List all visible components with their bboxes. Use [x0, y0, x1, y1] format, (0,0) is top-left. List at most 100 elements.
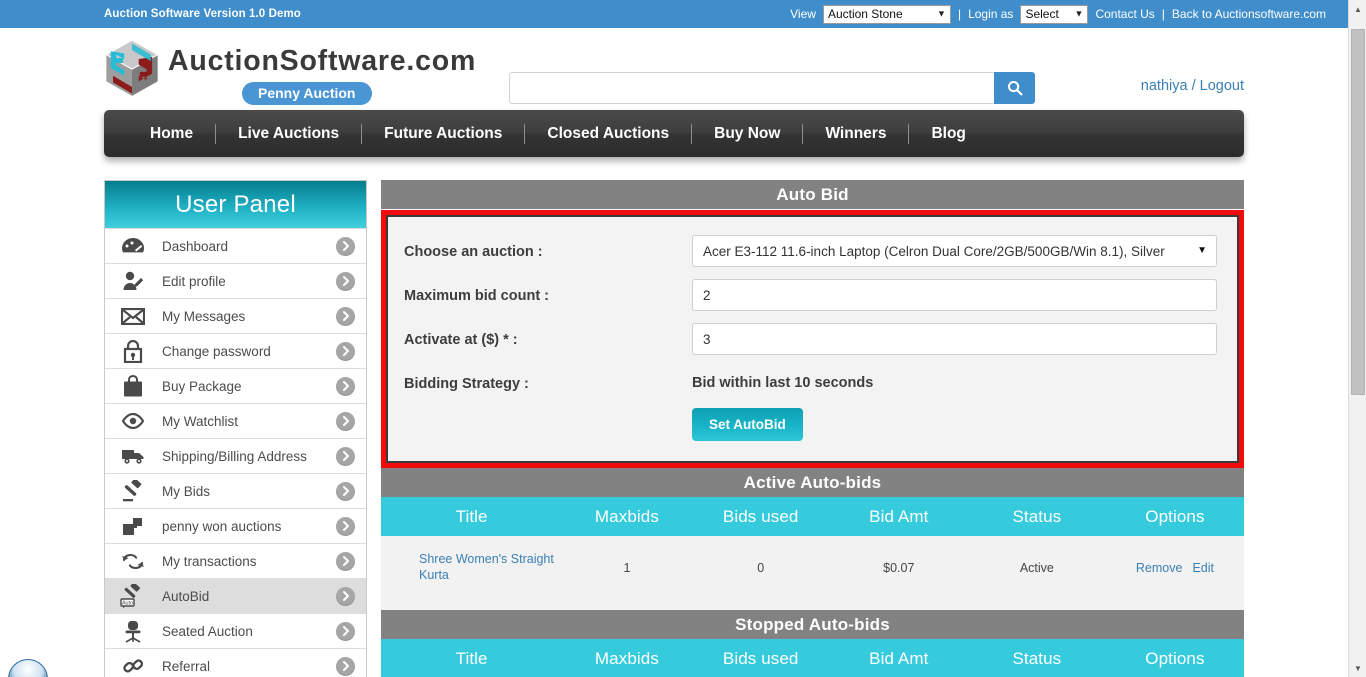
- set-autobid-button[interactable]: Set AutoBid: [692, 408, 803, 441]
- scroll-up-arrow-icon[interactable]: ▲: [1349, 0, 1366, 18]
- chevron-right-icon[interactable]: [336, 551, 355, 571]
- chevron-right-icon[interactable]: [336, 516, 355, 536]
- contact-us-link[interactable]: Contact Us: [1095, 7, 1154, 21]
- main-navigation: Home Live Auctions Future Auctions Close…: [104, 110, 1244, 157]
- sidebar-item-my-messages[interactable]: My Messages: [105, 298, 366, 333]
- sidebar-item-buy-package[interactable]: Buy Package: [105, 368, 366, 403]
- sidebar-item-label: Edit profile: [162, 273, 226, 289]
- chevron-down-icon: ▼: [937, 8, 946, 19]
- chevron-right-icon[interactable]: [336, 621, 355, 641]
- autobid-submit-row: Set AutoBid: [404, 404, 1217, 441]
- cell-bid-amt: $0.07: [829, 536, 968, 600]
- active-table-bottom-spacer: [381, 600, 1244, 610]
- user-account-links[interactable]: nathiya / Logout: [1141, 78, 1244, 94]
- bidding-strategy-label: Bidding Strategy :: [404, 376, 529, 392]
- search-input[interactable]: [509, 72, 994, 104]
- max-bid-count-input[interactable]: 2: [692, 279, 1217, 311]
- top-utility-bar: Auction Software Version 1.0 Demo View A…: [0, 0, 1348, 28]
- autobid-form: Choose an auction : Acer E3-112 11.6-inc…: [386, 215, 1239, 463]
- bidding-strategy-row: Bidding Strategy : Bid within last 10 se…: [404, 367, 1217, 392]
- search-button[interactable]: [994, 72, 1035, 104]
- chevron-right-icon[interactable]: [336, 376, 355, 396]
- chevron-right-icon[interactable]: [336, 306, 355, 326]
- sidebar-item-shipping-billing-address[interactable]: Shipping/Billing Address: [105, 438, 366, 473]
- nav-item-buy-now[interactable]: Buy Now: [692, 126, 802, 142]
- view-select[interactable]: Auction Stone ▼: [822, 4, 951, 24]
- browser-viewport: Auction Software Version 1.0 Demo View A…: [0, 0, 1366, 677]
- col-title: Title: [381, 497, 563, 536]
- site-logo[interactable]: AuctionSoftware.com Penny Auction: [104, 36, 476, 105]
- vertical-scrollbar[interactable]: ▲ ▼: [1348, 0, 1366, 677]
- max-bid-count-label: Maximum bid count :: [404, 288, 549, 304]
- sidebar-item-label: My Messages: [162, 308, 246, 324]
- col-title: Title: [381, 639, 563, 677]
- refresh-icon: [118, 548, 148, 574]
- col-bid-amt: Bid Amt: [829, 497, 968, 536]
- sidebar-item-edit-profile[interactable]: Edit profile: [105, 263, 366, 298]
- logo-wordmark: AuctionSoftware.com: [168, 45, 477, 77]
- sidebar-item-label: Referral: [162, 658, 211, 674]
- envelope-icon: [118, 303, 148, 329]
- sidebar-item-referral[interactable]: Referral: [105, 648, 366, 677]
- sidebar-item-seated-auction[interactable]: Seated Auction: [105, 613, 366, 648]
- view-select-value: Auction Stone: [827, 7, 903, 21]
- login-as-select[interactable]: Select ▼: [1020, 4, 1089, 24]
- nav-item-closed-auctions[interactable]: Closed Auctions: [525, 126, 691, 142]
- chevron-right-icon[interactable]: [336, 586, 355, 606]
- user-panel-title: User Panel: [105, 181, 366, 228]
- user-panel-sidebar: User Panel Dashboard Edit profile My Mes…: [104, 180, 367, 677]
- sidebar-item-change-password[interactable]: Change password: [105, 333, 366, 368]
- chat-widget-icon[interactable]: [8, 659, 48, 677]
- sidebar-item-label: Seated Auction: [162, 623, 253, 639]
- link-icon: [118, 653, 148, 677]
- separator-1: |: [957, 7, 962, 21]
- cell-title: Shree Women's Straight Kurta: [381, 536, 563, 600]
- demo-version-text: Auction Software Version 1.0 Demo: [104, 8, 301, 20]
- cell-options: Remove Edit: [1105, 536, 1244, 600]
- sidebar-item-label: Shipping/Billing Address: [162, 448, 307, 464]
- sidebar-item-label: Buy Package: [162, 378, 242, 394]
- col-options: Options: [1105, 497, 1244, 536]
- nav-item-future-auctions[interactable]: Future Auctions: [362, 126, 524, 142]
- nav-item-blog[interactable]: Blog: [909, 126, 987, 142]
- scrollbar-thumb[interactable]: [1351, 29, 1365, 395]
- active-autobids-table: Title Maxbids Bids used Bid Amt Status O…: [381, 497, 1244, 600]
- sidebar-item-label: My transactions: [162, 553, 257, 569]
- table-header-row: Title Maxbids Bids used Bid Amt Status O…: [381, 497, 1244, 536]
- chevron-right-icon[interactable]: [336, 236, 355, 256]
- chevron-right-icon[interactable]: [336, 446, 355, 466]
- nav-item-winners[interactable]: Winners: [803, 126, 908, 142]
- auto-gavel-icon: Auto: [118, 583, 148, 609]
- col-status: Status: [967, 497, 1106, 536]
- sidebar-item-penny-won-auctions[interactable]: penny won auctions: [105, 508, 366, 543]
- sidebar-item-dashboard[interactable]: Dashboard: [105, 228, 366, 263]
- lock-icon: [118, 338, 148, 364]
- table-header-row: Title Maxbids Bids used Bid Amt Status O…: [381, 639, 1244, 677]
- scroll-down-arrow-icon[interactable]: ▼: [1349, 659, 1366, 677]
- auction-title-link[interactable]: Shree Women's Straight Kurta: [419, 552, 554, 582]
- chevron-right-icon[interactable]: [336, 341, 355, 361]
- page-root: Auction Software Version 1.0 Demo View A…: [0, 0, 1348, 677]
- chevron-down-icon: ▼: [1197, 245, 1207, 256]
- chevron-right-icon[interactable]: [336, 271, 355, 291]
- separator-2: |: [1161, 7, 1165, 21]
- sidebar-item-my-watchlist[interactable]: My Watchlist: [105, 403, 366, 438]
- back-to-auctionsoftware-link[interactable]: Back to Auctionsoftware.com: [1172, 7, 1326, 21]
- active-autobids-title: Active Auto-bids: [381, 468, 1244, 497]
- choose-auction-value: Acer E3-112 11.6-inch Laptop (Celron Dua…: [703, 243, 1165, 259]
- max-bid-count-row: Maximum bid count : 2: [404, 279, 1217, 311]
- edit-link[interactable]: Edit: [1192, 561, 1214, 575]
- nav-item-live-auctions[interactable]: Live Auctions: [216, 126, 361, 142]
- nav-item-home[interactable]: Home: [128, 126, 215, 142]
- sidebar-item-autobid[interactable]: Auto AutoBid: [105, 578, 366, 613]
- remove-link[interactable]: Remove: [1136, 561, 1183, 575]
- activate-at-input[interactable]: 3: [692, 323, 1217, 355]
- chevron-right-icon[interactable]: [336, 656, 355, 676]
- chevron-right-icon[interactable]: [336, 411, 355, 431]
- sidebar-item-my-transactions[interactable]: My transactions: [105, 543, 366, 578]
- sidebar-item-my-bids[interactable]: My Bids: [105, 473, 366, 508]
- login-as-select-value: Select: [1025, 7, 1059, 21]
- chevron-right-icon[interactable]: [336, 481, 355, 501]
- choose-auction-select[interactable]: Acer E3-112 11.6-inch Laptop (Celron Dua…: [692, 235, 1217, 267]
- chevron-down-icon: ▼: [1074, 8, 1084, 19]
